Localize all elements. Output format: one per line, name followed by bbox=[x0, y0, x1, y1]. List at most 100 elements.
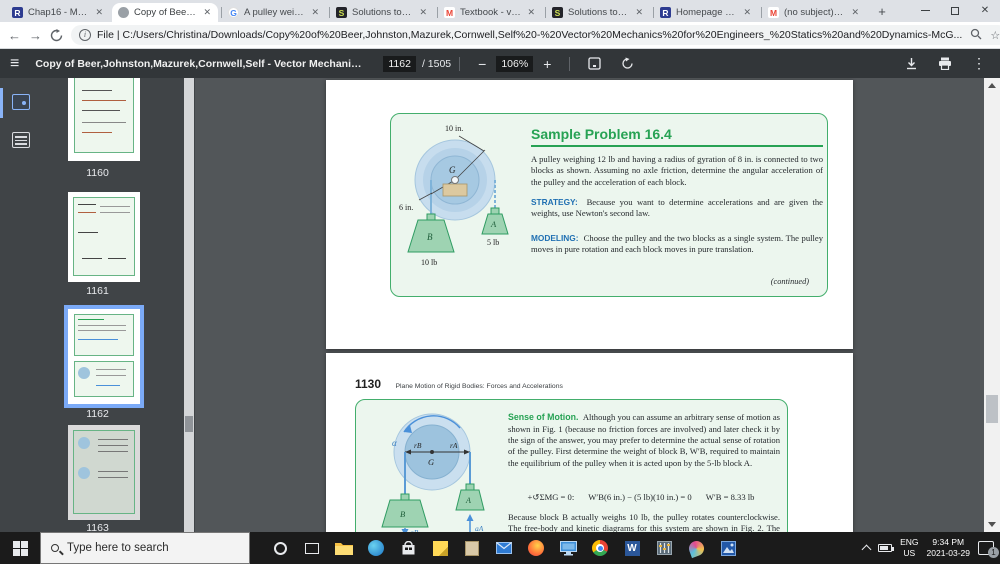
tab-copy-of-beer-active[interactable]: Copy of Beer,John ✕ bbox=[112, 3, 218, 22]
task-view-button[interactable] bbox=[296, 532, 328, 564]
tab-solutions-funda[interactable]: S Solutions to Funda ✕ bbox=[546, 3, 650, 22]
tab-title: Copy of Beer,John bbox=[134, 7, 197, 18]
edge-button[interactable] bbox=[360, 532, 392, 564]
firefox-button[interactable] bbox=[520, 532, 552, 564]
paint-button[interactable] bbox=[680, 532, 712, 564]
battery-icon[interactable] bbox=[878, 544, 892, 552]
tab-no-subject-mail[interactable]: M (no subject) - hien ✕ bbox=[762, 3, 866, 22]
screen: R Chap16 - MEC311 ✕ Copy of Beer,John ✕ … bbox=[0, 0, 1000, 564]
tab-pulley-search[interactable]: G A pulley weighing ✕ bbox=[222, 3, 326, 22]
rail-selection-indicator bbox=[0, 88, 3, 118]
scroll-up-icon[interactable] bbox=[988, 83, 996, 88]
equation-mid: W′B(6 in.) − (5 lb)(10 in.) = 0 bbox=[588, 492, 691, 503]
thumbnail-1160[interactable] bbox=[68, 78, 140, 161]
tab-title: Solutions to Funda bbox=[568, 7, 629, 18]
scroll-down-icon[interactable] bbox=[988, 522, 996, 527]
language-indicator[interactable]: ENG US bbox=[900, 537, 918, 558]
reload-button[interactable] bbox=[50, 25, 63, 45]
pdf-content-area: 1160 1161 bbox=[0, 78, 1000, 532]
close-window-button[interactable]: ✕ bbox=[970, 0, 1000, 21]
thumbnail-1161[interactable] bbox=[68, 192, 140, 282]
rmit-icon: R bbox=[12, 7, 23, 18]
tab-chap16[interactable]: R Chap16 - MEC311 ✕ bbox=[6, 3, 110, 22]
moment-equation: +↺ΣMG = 0: W′B(6 in.) − (5 lb)(10 in.) =… bbox=[496, 492, 786, 503]
mixer-app-button[interactable] bbox=[648, 532, 680, 564]
outline-view-icon bbox=[15, 140, 27, 142]
zoom-in-button[interactable]: + bbox=[543, 56, 551, 72]
maximize-button[interactable] bbox=[940, 0, 970, 21]
pdf-menu-button[interactable]: ≡ bbox=[10, 55, 19, 73]
toolbar-divider bbox=[569, 57, 570, 71]
svg-text:B: B bbox=[427, 232, 433, 242]
mail-button[interactable] bbox=[488, 532, 520, 564]
equation-lhs: +↺ΣMG = 0: bbox=[528, 492, 575, 503]
print-button[interactable] bbox=[938, 57, 952, 70]
thumbnail-1162-selected[interactable] bbox=[68, 309, 140, 404]
pdf-viewer: G 10 in. 6 in. B 10 lb A 5 lb Sample Pro… bbox=[195, 78, 1000, 532]
tab-title: Solutions to Vecto bbox=[352, 7, 413, 18]
photos-button[interactable] bbox=[712, 532, 744, 564]
sidebar-scroll-thumb[interactable] bbox=[185, 416, 193, 432]
outline-view-button[interactable] bbox=[12, 132, 30, 148]
files-app-icon bbox=[465, 541, 479, 556]
new-tab-button[interactable]: + bbox=[872, 3, 892, 22]
tab-title: (no subject) - hien bbox=[784, 7, 845, 18]
sticky-notes-button[interactable] bbox=[424, 532, 456, 564]
tab-close-icon[interactable]: ✕ bbox=[418, 7, 428, 18]
tab-close-icon[interactable]: ✕ bbox=[310, 7, 320, 18]
store-button[interactable] bbox=[392, 532, 424, 564]
tab-homepage-mec[interactable]: R Homepage - MEC ✕ bbox=[654, 3, 758, 22]
zoom-level[interactable]: 106% bbox=[496, 56, 533, 72]
pdf-page-1162-top: G 10 in. 6 in. B 10 lb A 5 lb Sample Pro… bbox=[326, 80, 853, 349]
tab-textbook-mail[interactable]: M Textbook - vincen ✕ bbox=[438, 3, 542, 22]
tab-close-icon[interactable]: ✕ bbox=[94, 7, 104, 18]
taskbar-search-box[interactable]: Type here to search bbox=[40, 532, 250, 564]
thumbnail-view-button[interactable] bbox=[12, 94, 30, 110]
omnibox[interactable]: i File | C:/Users/Christina/Downloads/Co… bbox=[71, 25, 1000, 45]
zoom-page-icon[interactable] bbox=[970, 28, 982, 43]
pdf-page-1130: 1130 Plane Motion of Rigid Bodies: Force… bbox=[326, 353, 853, 532]
tab-close-icon[interactable]: ✕ bbox=[634, 7, 644, 18]
tab-close-icon[interactable]: ✕ bbox=[202, 7, 212, 18]
tab-close-icon[interactable]: ✕ bbox=[526, 7, 536, 18]
file-explorer-button[interactable] bbox=[328, 532, 360, 564]
bookmark-star-icon[interactable]: ☆ bbox=[990, 29, 1000, 42]
download-button[interactable] bbox=[905, 57, 918, 70]
thumbnail-sidebar: 1160 1161 bbox=[0, 78, 195, 532]
word-button[interactable]: W bbox=[616, 532, 648, 564]
sense-paragraph: Sense of Motion. Although you can assume… bbox=[508, 412, 780, 469]
display-app-button[interactable] bbox=[552, 532, 584, 564]
chrome-button[interactable] bbox=[584, 532, 616, 564]
rotate-button[interactable] bbox=[621, 57, 634, 70]
forward-button[interactable]: → bbox=[29, 25, 42, 45]
clock[interactable]: 9:34 PM 2021-03-29 bbox=[927, 537, 970, 558]
svg-text:5 lb: 5 lb bbox=[487, 238, 499, 247]
equation-result: W′B = 8.33 lb bbox=[706, 492, 755, 503]
sidebar-scrollbar[interactable] bbox=[184, 78, 194, 532]
pulley-figure-1: G 10 in. 6 in. B 10 lb A 5 lb bbox=[397, 118, 522, 278]
tab-solutions-vector[interactable]: S Solutions to Vecto ✕ bbox=[330, 3, 434, 22]
fit-page-button[interactable] bbox=[588, 57, 601, 70]
cortana-button[interactable] bbox=[264, 532, 296, 564]
page-info-icon[interactable]: i bbox=[79, 29, 91, 41]
thumbnail-view-icon bbox=[22, 101, 26, 105]
reload-icon bbox=[50, 29, 63, 42]
start-button[interactable] bbox=[0, 532, 40, 564]
notification-center-button[interactable]: 1 bbox=[978, 541, 994, 555]
tab-title: A pulley weighing bbox=[244, 7, 305, 18]
hidden-icons-chevron[interactable] bbox=[862, 545, 872, 555]
files-app-button[interactable] bbox=[456, 532, 488, 564]
tab-close-icon[interactable]: ✕ bbox=[742, 7, 752, 18]
viewer-scroll-thumb[interactable] bbox=[986, 395, 998, 423]
back-button[interactable]: ← bbox=[8, 25, 21, 45]
pdf-more-button[interactable]: ⋮ bbox=[972, 55, 986, 72]
tab-close-icon[interactable]: ✕ bbox=[850, 7, 860, 18]
search-placeholder: Type here to search bbox=[67, 542, 169, 554]
page-number-input[interactable]: 1162 bbox=[383, 56, 416, 72]
minimize-button[interactable] bbox=[910, 0, 940, 21]
thumbnail-page-label: 1160 bbox=[0, 167, 195, 179]
zoom-out-button[interactable]: − bbox=[478, 56, 486, 72]
mail-icon bbox=[496, 542, 512, 554]
thumbnail-1163[interactable] bbox=[68, 425, 140, 520]
viewer-scrollbar[interactable] bbox=[984, 78, 1000, 532]
